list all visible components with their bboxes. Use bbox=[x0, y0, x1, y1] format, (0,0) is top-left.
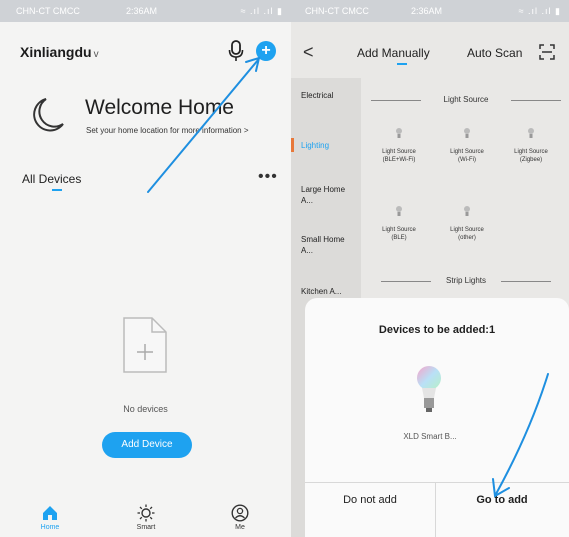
signal-icons: ≈ .ıl .ıl ▮ bbox=[240, 6, 283, 16]
bulb-icon bbox=[464, 128, 470, 138]
active-category-marker bbox=[291, 138, 294, 152]
nav-label: Home bbox=[40, 524, 60, 531]
category-lighting[interactable]: Lighting bbox=[301, 140, 357, 151]
add-device-icon[interactable]: + bbox=[256, 41, 276, 61]
divider bbox=[501, 281, 551, 282]
status-bar: CHN-CT CMCC 2:36AM ≈ .ıl .ıl ▮ bbox=[0, 0, 291, 22]
active-tab-indicator bbox=[397, 63, 407, 65]
home-icon bbox=[43, 506, 57, 520]
product-tile[interactable]: Light Source (Wi-Fi) bbox=[437, 126, 497, 164]
product-protocol: (other) bbox=[458, 235, 476, 241]
nav-home[interactable]: Home bbox=[20, 504, 80, 531]
product-protocol: (BLE) bbox=[391, 235, 407, 241]
carrier-label: CHN-CT CMCC bbox=[16, 6, 80, 16]
bulb-icon bbox=[464, 206, 470, 216]
nav-me[interactable]: Me bbox=[210, 504, 270, 531]
category-large-home[interactable]: Large Home A... bbox=[301, 184, 357, 206]
moon-icon bbox=[33, 98, 64, 132]
go-to-add-button[interactable]: Go to add bbox=[437, 494, 567, 506]
chevron-down-icon: v bbox=[93, 49, 99, 60]
signal-icons: ≈ .ıl .ıl ▮ bbox=[518, 6, 561, 16]
product-name: Light Source bbox=[450, 227, 484, 233]
home-screen: CHN-CT CMCC 2:36AM ≈ .ıl .ıl ▮ Xinliangd… bbox=[0, 0, 291, 537]
product-protocol: (Zigbee) bbox=[519, 157, 543, 163]
add-device-screen: CHN-CT CMCC 2:36AM ≈ .ıl .ıl ▮ < Add Man… bbox=[291, 0, 569, 537]
bulb-icon bbox=[528, 128, 534, 138]
home-name: Xinliangdu bbox=[20, 44, 92, 60]
divider bbox=[435, 482, 436, 537]
section-strip-lights: Strip Lights bbox=[371, 276, 561, 285]
bottom-nav: Home Smart Me bbox=[0, 500, 291, 537]
divider bbox=[381, 281, 431, 282]
divider bbox=[511, 100, 561, 101]
divider bbox=[371, 100, 421, 101]
device-name: XLD Smart B... bbox=[403, 432, 457, 441]
category-electrical[interactable]: Electrical bbox=[301, 90, 357, 101]
product-name: Light Source bbox=[382, 149, 416, 155]
nav-smart[interactable]: Smart bbox=[116, 504, 176, 531]
bulb-icon bbox=[396, 206, 402, 216]
divider bbox=[305, 482, 569, 483]
product-tile[interactable]: Light Source (BLE) bbox=[369, 204, 429, 242]
scan-icon[interactable] bbox=[539, 44, 555, 60]
product-tile[interactable]: Light Source (BLE+Wi-Fi) bbox=[369, 126, 429, 164]
tab-add-manually[interactable]: Add Manually bbox=[357, 46, 430, 60]
nav-label: Smart bbox=[136, 524, 156, 531]
tab-auto-scan[interactable]: Auto Scan bbox=[467, 46, 522, 60]
product-protocol: (BLE+Wi-Fi) bbox=[382, 157, 416, 163]
clock: 2:36AM bbox=[126, 6, 158, 16]
category-small-home[interactable]: Small Home A... bbox=[301, 234, 357, 256]
section-title: Strip Lights bbox=[445, 276, 487, 285]
devices-found-sheet: Devices to be added:1 XLD Smart B... Do … bbox=[305, 298, 569, 537]
sun-icon bbox=[137, 504, 155, 522]
product-name: Light Source bbox=[514, 149, 548, 155]
tab-all-devices[interactable]: All Devices bbox=[22, 172, 81, 186]
microphone-icon[interactable] bbox=[228, 40, 244, 62]
welcome-title: Welcome Home bbox=[85, 96, 234, 119]
home-selector[interactable]: Xinliangdu v bbox=[20, 44, 99, 60]
nav-label: Me bbox=[235, 524, 245, 531]
product-tile[interactable]: Light Source (other) bbox=[437, 204, 497, 242]
back-icon[interactable]: < bbox=[303, 42, 314, 63]
active-tab-indicator bbox=[52, 189, 62, 191]
do-not-add-button[interactable]: Do not add bbox=[305, 494, 435, 506]
me-icon bbox=[231, 504, 249, 522]
empty-document-icon bbox=[123, 317, 167, 373]
section-title: Light Source bbox=[443, 95, 489, 104]
smart-bulb-icon bbox=[417, 366, 441, 412]
carrier-label: CHN-CT CMCC bbox=[305, 6, 369, 16]
product-protocol: (Wi-Fi) bbox=[458, 157, 476, 163]
section-light-source: Light Source bbox=[371, 95, 561, 104]
product-name: Light Source bbox=[450, 149, 484, 155]
product-name: Light Source bbox=[382, 227, 416, 233]
category-kitchen[interactable]: Kitchen A... bbox=[301, 286, 357, 297]
sheet-title: Devices to be added:1 bbox=[378, 324, 496, 336]
more-icon[interactable]: ••• bbox=[258, 168, 278, 186]
set-location-link[interactable]: Set your home location for more informat… bbox=[86, 126, 249, 135]
bulb-icon bbox=[396, 128, 402, 138]
status-bar: CHN-CT CMCC 2:36AM ≈ .ıl .ıl ▮ bbox=[291, 0, 569, 22]
no-devices-text: No devices bbox=[123, 404, 168, 414]
clock: 2:36AM bbox=[411, 6, 443, 16]
product-tile[interactable]: Light Source (Zigbee) bbox=[501, 126, 561, 164]
add-device-button[interactable]: Add Device bbox=[102, 432, 192, 458]
